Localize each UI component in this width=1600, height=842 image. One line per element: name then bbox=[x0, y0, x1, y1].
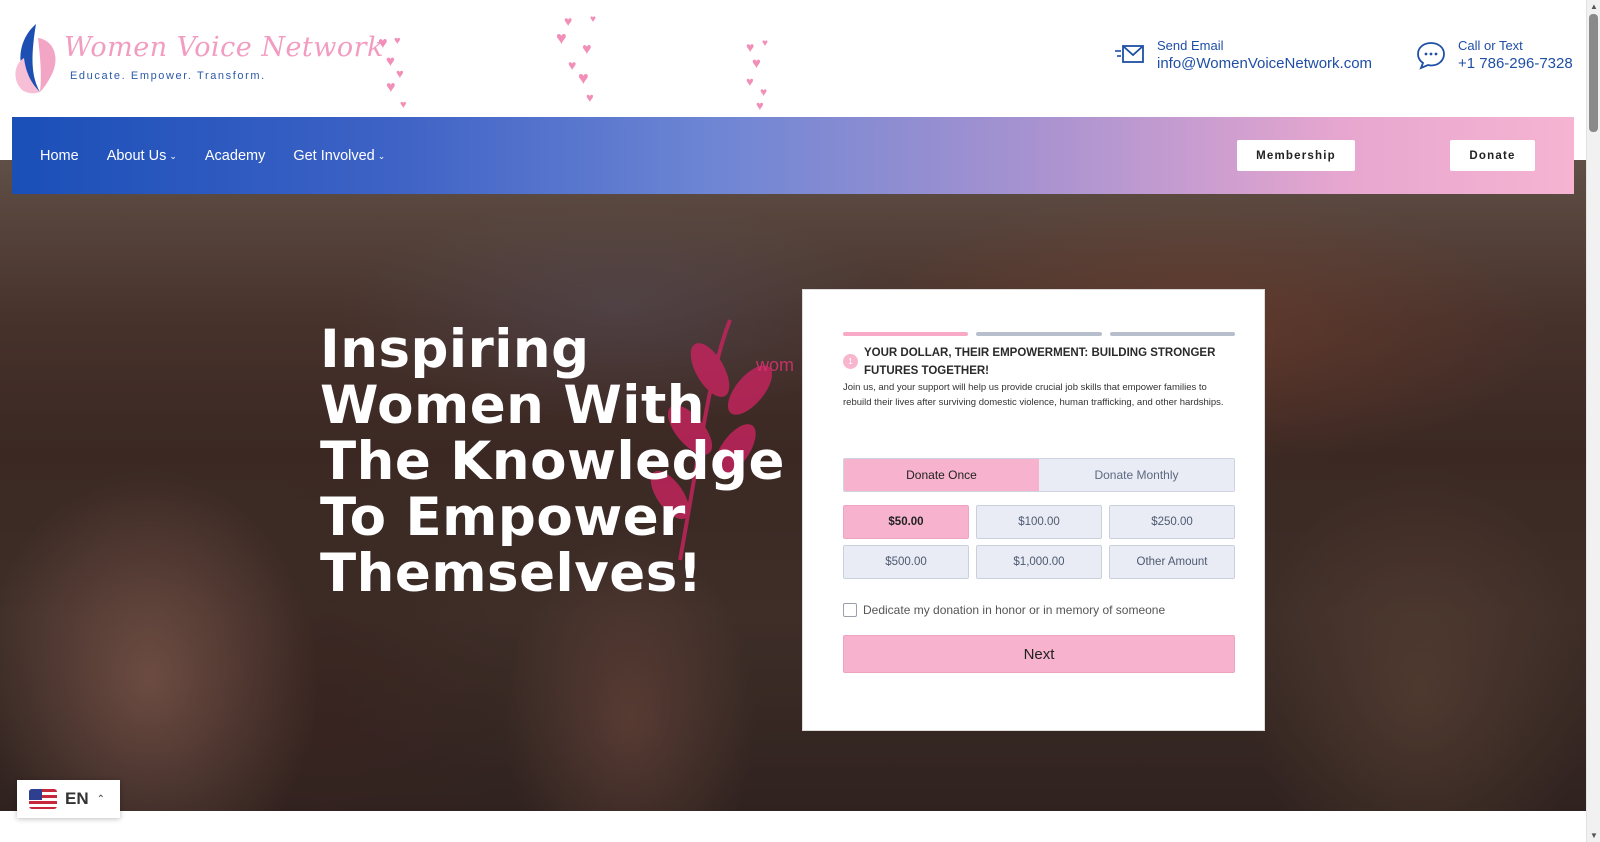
chevron-up-icon: ⌃ bbox=[96, 793, 106, 805]
us-flag-icon bbox=[29, 789, 57, 809]
site-logo[interactable]: Women Voice Network Educate. Empower. Tr… bbox=[14, 18, 383, 98]
svg-text:♥: ♥ bbox=[564, 13, 572, 29]
nav-item-about-us[interactable]: About Us ⌄ bbox=[107, 148, 177, 164]
dedicate-checkbox[interactable] bbox=[843, 603, 857, 617]
hearts-decoration: ♥ ♥ ♥ ♥ ♥ ♥ ♥ bbox=[556, 13, 596, 105]
svg-text:♥: ♥ bbox=[762, 38, 768, 49]
amount-option[interactable]: $50.00 bbox=[843, 505, 969, 539]
envelope-icon bbox=[1115, 45, 1144, 63]
amount-option[interactable]: $100.00 bbox=[976, 505, 1102, 539]
chat-bubble-icon bbox=[1417, 42, 1445, 70]
membership-button[interactable]: Membership bbox=[1237, 140, 1355, 171]
main-navigation: Home About Us ⌄ Academy Get Involved ⌄ M… bbox=[12, 117, 1574, 194]
svg-text:♥: ♥ bbox=[760, 85, 767, 99]
donation-form: 1 YOUR DOLLAR, THEIR EMPOWERMENT: BUILDI… bbox=[802, 289, 1265, 731]
phone-contact[interactable]: Call or Text +1 786-296-7328 bbox=[1416, 38, 1573, 72]
nav-item-academy[interactable]: Academy bbox=[205, 148, 265, 164]
logo-tagline: Educate. Empower. Transform. bbox=[70, 70, 266, 82]
svg-text:♥: ♥ bbox=[568, 57, 576, 73]
nav-item-label: Academy bbox=[204, 147, 266, 164]
butterfly-icon bbox=[15, 24, 56, 94]
nav-item-label: Get Involved bbox=[293, 147, 375, 164]
nav-item-get-involved[interactable]: Get Involved ⌄ bbox=[293, 148, 385, 164]
scroll-down-icon[interactable]: ▼ bbox=[1590, 831, 1598, 840]
phone-link[interactable]: +1 786-296-7328 bbox=[1458, 55, 1573, 72]
hearts-decoration: ♥ ♥ ♥ ♥ ♥ ♥ bbox=[378, 35, 407, 111]
chevron-down-icon: ⌄ bbox=[377, 151, 386, 161]
svg-text:♥: ♥ bbox=[400, 99, 407, 111]
svg-text:♥: ♥ bbox=[556, 28, 567, 48]
svg-text:♥: ♥ bbox=[396, 66, 404, 81]
donate-monthly-tab[interactable]: Donate Monthly bbox=[1039, 459, 1234, 491]
nav-item-label: About Us bbox=[106, 147, 167, 164]
nav-item-home[interactable]: Home bbox=[40, 148, 79, 164]
hearts-decoration: ♥ ♥ ♥ ♥ ♥ ♥ bbox=[746, 38, 768, 113]
site-header: Women Voice Network Educate. Empower. Tr… bbox=[0, 0, 1586, 118]
chevron-down-icon: ⌄ bbox=[169, 151, 177, 161]
svg-text:♥: ♥ bbox=[756, 98, 764, 113]
amount-option[interactable]: $250.00 bbox=[1109, 505, 1235, 539]
logo-name: Women Voice Network bbox=[64, 32, 384, 63]
svg-text:♥: ♥ bbox=[386, 79, 396, 96]
dedicate-label: Dedicate my donation in honor or in memo… bbox=[863, 603, 1166, 617]
phone-label: Call or Text bbox=[1458, 38, 1523, 53]
svg-text:♥: ♥ bbox=[578, 68, 589, 88]
language-code: EN bbox=[65, 789, 89, 808]
svg-text:♥: ♥ bbox=[394, 35, 401, 47]
scrollbar-thumb[interactable] bbox=[1589, 14, 1598, 132]
svg-text:♥: ♥ bbox=[586, 90, 594, 105]
progress-step bbox=[1109, 332, 1235, 336]
svg-text:♥: ♥ bbox=[582, 41, 592, 58]
svg-text:♥: ♥ bbox=[746, 39, 754, 55]
amount-option[interactable]: $1,000.00 bbox=[976, 545, 1102, 579]
svg-text:♥: ♥ bbox=[752, 55, 761, 72]
next-button[interactable]: Next bbox=[843, 635, 1235, 673]
progress-step bbox=[976, 332, 1102, 336]
nav-item-label: Home bbox=[40, 147, 79, 164]
email-label: Send Email bbox=[1157, 38, 1224, 53]
scroll-up-icon[interactable]: ▲ bbox=[1590, 2, 1598, 11]
dedicate-option[interactable]: Dedicate my donation in honor or in memo… bbox=[843, 603, 1165, 617]
other-amount-option[interactable]: Other Amount bbox=[1109, 545, 1235, 579]
frequency-toggle: Donate Once Donate Monthly bbox=[843, 458, 1235, 492]
progress-steps bbox=[843, 332, 1235, 336]
form-description: Join us, and your support will help us p… bbox=[843, 382, 1224, 408]
email-link[interactable]: info@WomenVoiceNetwork.com bbox=[1157, 55, 1372, 72]
form-heading: YOUR DOLLAR, THEIR EMPOWERMENT: BUILDING… bbox=[864, 347, 1216, 377]
svg-text:♥: ♥ bbox=[378, 35, 388, 52]
donate-button[interactable]: Donate bbox=[1450, 140, 1535, 171]
svg-text:♥: ♥ bbox=[590, 14, 596, 25]
page-scrollbar[interactable]: ▲ ▼ bbox=[1586, 0, 1600, 842]
amount-options: $50.00 $100.00 $250.00 $500.00 $1,000.00… bbox=[843, 505, 1235, 579]
svg-text:♥: ♥ bbox=[386, 53, 395, 70]
step-number-badge: 1 bbox=[843, 354, 858, 369]
svg-text:♥: ♥ bbox=[746, 74, 754, 89]
language-switcher[interactable]: EN ⌃ bbox=[17, 780, 120, 818]
donate-once-tab[interactable]: Donate Once bbox=[844, 459, 1039, 491]
amount-option[interactable]: $500.00 bbox=[843, 545, 969, 579]
hero-title: Inspiring Women With The Knowledge To Em… bbox=[320, 319, 785, 604]
email-contact[interactable]: Send Email info@WomenVoiceNetwork.com bbox=[1115, 38, 1372, 72]
progress-step bbox=[843, 332, 969, 336]
